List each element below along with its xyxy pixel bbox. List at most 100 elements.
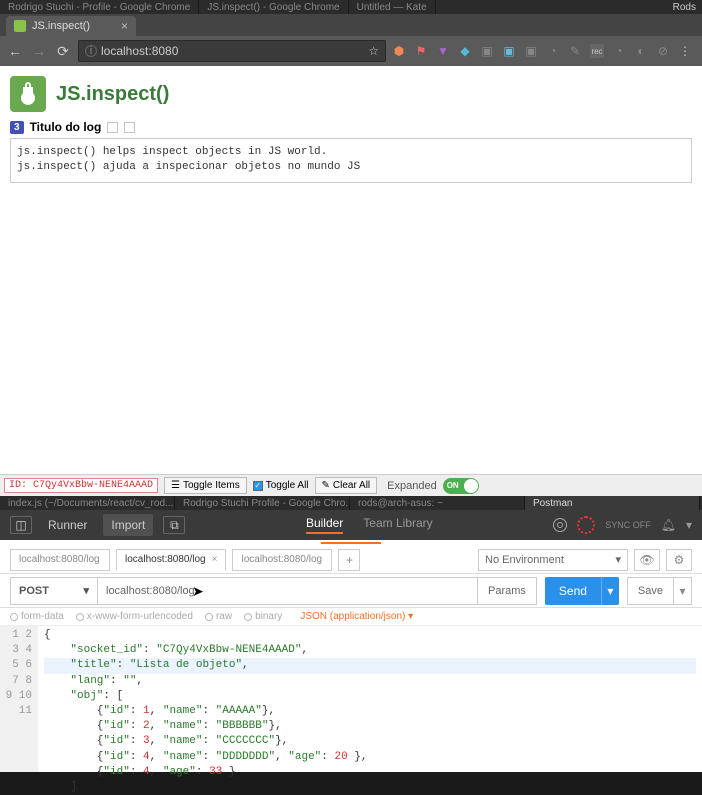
request-tab-label: localhost:8080/log	[19, 554, 100, 565]
chevron-down-icon[interactable]: ▾	[686, 518, 692, 532]
body-type-label: binary	[255, 611, 282, 622]
body-type-label: raw	[216, 611, 232, 622]
toggle-items-label: Toggle Items	[183, 480, 240, 491]
ext-icon[interactable]: ◔	[612, 44, 626, 58]
postman-body-row: form-data x-www-form-urlencoded raw bina…	[0, 608, 702, 626]
log-title-row: 3 Titulo do log	[10, 120, 692, 134]
jsinspect-title: JS.inspect()	[56, 83, 169, 106]
back-icon[interactable]: ←	[6, 42, 24, 60]
switch-on-label: ON	[443, 481, 459, 490]
copy-icon[interactable]	[124, 122, 135, 133]
new-window-icon[interactable]: ⧉	[163, 516, 185, 534]
log-title: Titulo do log	[30, 120, 102, 134]
os-task[interactable]: Untitled — Kate	[349, 0, 436, 14]
toggle-all-checkbox[interactable]: ✓ Toggle All	[253, 480, 309, 491]
page-content: JS.inspect() 3 Titulo do log js.inspect(…	[0, 66, 702, 474]
chevron-down-icon: ▾	[83, 584, 89, 597]
sync-icon[interactable]	[577, 516, 595, 534]
ext-icon[interactable]: ◐	[634, 44, 648, 58]
reload-icon[interactable]: ⟳	[54, 42, 72, 60]
chevron-down-icon: ▾	[615, 553, 621, 566]
clear-all-button[interactable]: ✎ Clear All	[315, 477, 378, 494]
request-tab-label: localhost:8080/log	[241, 554, 322, 565]
os-taskbar-mid: index.js (~/Documents/react/cv_rod... Ro…	[0, 496, 702, 510]
import-button[interactable]: Import	[103, 514, 153, 536]
env-preview-icon[interactable]: 👁	[634, 549, 660, 571]
controls-bar: ID: C7Qy4VxBbw-NENE4AAAD ☰ Toggle Items …	[0, 474, 702, 496]
forward-icon[interactable]: →	[30, 42, 48, 60]
ext-icon[interactable]: rec	[590, 44, 604, 58]
postman-request-row: POST ▾ localhost:8080/log Params Send ▾ …	[0, 574, 702, 608]
request-url-input[interactable]: localhost:8080/log	[98, 577, 478, 605]
ext-icon[interactable]: ◔	[546, 44, 560, 58]
tab-title: JS.inspect()	[32, 20, 90, 32]
content-type-select[interactable]: JSON (application/json) ▾	[300, 611, 413, 622]
gear-icon[interactable]: ⚙	[666, 549, 692, 571]
body-type-form-data[interactable]: form-data	[10, 611, 64, 622]
os-task[interactable]: Postman	[525, 496, 700, 510]
os-task[interactable]: JS.inspect() - Google Chrome	[199, 0, 348, 14]
add-tab-button[interactable]: +	[338, 549, 360, 571]
ext-icon[interactable]: ⚑	[414, 44, 428, 58]
send-caret[interactable]: ▾	[601, 577, 619, 605]
tab-team-library[interactable]: Team Library	[363, 516, 432, 534]
ext-icon[interactable]: ⬢	[392, 44, 406, 58]
method-label: POST	[19, 585, 49, 597]
ext-icon[interactable]: ▣	[480, 44, 494, 58]
content-type-label: JSON (application/json)	[300, 611, 405, 622]
expanded-label: Expanded	[387, 480, 437, 492]
postman-tabs-row: localhost:8080/log localhost:8080/log × …	[0, 546, 702, 574]
ext-icon[interactable]: ▣	[502, 44, 516, 58]
ext-icon[interactable]: ▣	[524, 44, 538, 58]
sync-label: SYNC OFF	[605, 520, 651, 530]
ext-icon[interactable]: ⊘	[656, 44, 670, 58]
url-text: localhost:8080	[101, 44, 178, 58]
chrome-tab[interactable]: JS.inspect() ×	[6, 16, 136, 36]
clear-all-label: Clear All	[333, 480, 370, 491]
runner-button[interactable]: Runner	[42, 516, 93, 534]
ext-icon[interactable]: ✎	[568, 44, 582, 58]
toggle-all-label: Toggle All	[266, 480, 309, 491]
bell-icon[interactable]: 🔔︎	[661, 518, 676, 532]
editor-code[interactable]: { "socket_id": "C7Qy4VxBbw-NENE4AAAD", "…	[38, 626, 702, 772]
close-icon[interactable]: ×	[121, 19, 128, 33]
brush-icon: ✎	[322, 480, 330, 491]
method-select[interactable]: POST ▾	[10, 577, 98, 605]
menu-icon[interactable]: ⋮	[678, 44, 692, 58]
save-button[interactable]: Save	[627, 577, 674, 605]
os-task[interactable]: Rodrigo Stuchi - Profile - Google Chrome	[0, 0, 199, 14]
sidebar-toggle-icon[interactable]: ◫	[10, 516, 32, 534]
postman-editor[interactable]: 1 2 3 4 5 6 7 8 9 10 11 { "socket_id": "…	[0, 626, 702, 772]
checkbox-icon: ✓	[253, 481, 263, 491]
request-tab[interactable]: localhost:8080/log	[232, 549, 332, 571]
request-tab-label: localhost:8080/log	[125, 554, 206, 565]
ext-icon[interactable]: ◆	[458, 44, 472, 58]
body-type-raw[interactable]: raw	[205, 611, 232, 622]
body-type-urlencoded[interactable]: x-www-form-urlencoded	[76, 611, 193, 622]
chrome-url-bar: ← → ⟳ i localhost:8080 ☆ ⬢ ⚑ ▼ ◆ ▣ ▣ ▣ ◔…	[0, 36, 702, 66]
socket-id-chip: ID: C7Qy4VxBbw-NENE4AAAD	[4, 478, 158, 493]
params-button[interactable]: Params	[478, 577, 537, 605]
tab-builder[interactable]: Builder	[306, 516, 343, 534]
expanded-switch[interactable]: ON	[443, 478, 479, 494]
info-icon[interactable]: i	[85, 45, 97, 57]
request-tab[interactable]: localhost:8080/log	[10, 549, 110, 571]
url-input[interactable]: i localhost:8080 ☆	[78, 40, 386, 62]
body-type-binary[interactable]: binary	[244, 611, 282, 622]
body-type-label: x-www-form-urlencoded	[87, 611, 193, 622]
request-tab[interactable]: localhost:8080/log ×	[116, 549, 226, 571]
interceptor-icon[interactable]	[553, 518, 567, 532]
toggle-items-button[interactable]: ☰ Toggle Items	[164, 477, 247, 494]
ext-icon[interactable]: ▼	[436, 44, 450, 58]
jsinspect-logo-icon	[10, 76, 46, 112]
star-icon[interactable]: ☆	[368, 44, 379, 58]
environment-select[interactable]: No Environment ▾	[478, 549, 628, 571]
send-button[interactable]: Send	[545, 577, 601, 605]
close-icon[interactable]: ×	[212, 554, 218, 565]
os-task[interactable]: rods@arch-asus: ~	[350, 496, 525, 510]
log-count-badge: 3	[10, 121, 24, 134]
os-task[interactable]: index.js (~/Documents/react/cv_rod...	[0, 496, 175, 510]
os-task[interactable]: Rodrigo Stuchi Profile - Google Chro...	[175, 496, 350, 510]
save-caret[interactable]: ▾	[674, 577, 692, 605]
copy-icon[interactable]	[107, 122, 118, 133]
